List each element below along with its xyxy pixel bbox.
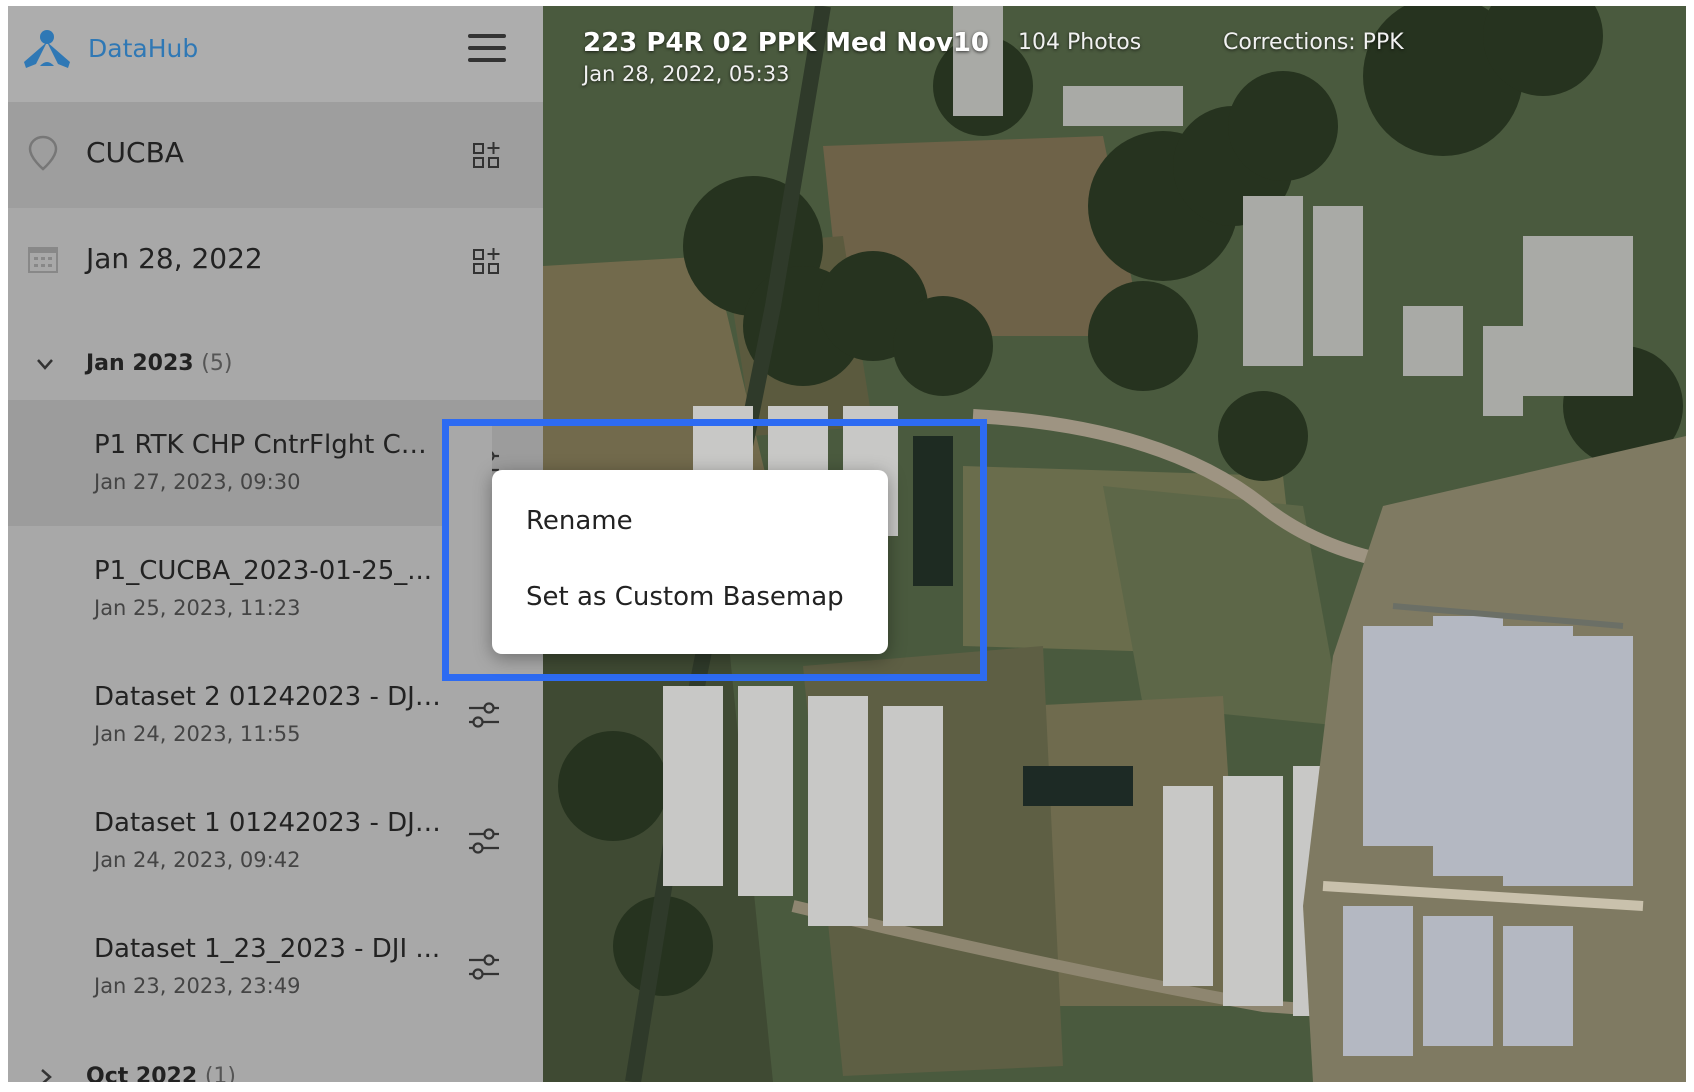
group-oct-2022[interactable]: Oct 2022 (1) bbox=[8, 1046, 543, 1082]
brand-header: DataHub bbox=[8, 6, 543, 102]
sidebar-overflow bbox=[444, 419, 492, 629]
hamburger-menu-icon[interactable] bbox=[468, 32, 508, 66]
dataset-date: Jan 27, 2023, 09:30 bbox=[94, 470, 301, 494]
brand-name: DataHub bbox=[88, 34, 199, 63]
dataset-context-menu: Rename Set as Custom Basemap bbox=[492, 470, 888, 654]
dataset-item[interactable]: Dataset 1 01242023 - DJI ... Jan 24, 202… bbox=[8, 778, 543, 904]
dataset-item[interactable]: Dataset 1_23_2023 - DJI ... Jan 23, 2023… bbox=[8, 904, 543, 1030]
group-jan-2023[interactable]: Jan 2023 (5) bbox=[8, 333, 543, 399]
adjustments-icon[interactable] bbox=[466, 824, 502, 858]
adjustments-icon[interactable] bbox=[466, 950, 502, 984]
chevron-down-icon bbox=[37, 359, 53, 370]
calendar-icon bbox=[28, 247, 58, 273]
dataset-item[interactable]: Dataset 2 01242023 - DJI ... Jan 24, 202… bbox=[8, 652, 543, 778]
set-custom-basemap-menu-item[interactable]: Set as Custom Basemap bbox=[526, 582, 844, 612]
dataset-timestamp: Jan 28, 2022, 05:33 bbox=[583, 62, 790, 86]
adjustments-icon[interactable] bbox=[466, 698, 502, 732]
datahub-logo-icon bbox=[24, 30, 70, 68]
corrections-status: Corrections: PPK bbox=[1223, 30, 1404, 55]
chevron-right-icon bbox=[41, 1069, 52, 1082]
dataset-date: Jan 25, 2023, 11:23 bbox=[94, 596, 301, 620]
dataset-name: Dataset 2 01242023 - DJI ... bbox=[94, 682, 444, 712]
site-filter-label: CUCBA bbox=[86, 136, 184, 169]
add-widget-icon[interactable] bbox=[472, 140, 502, 170]
date-filter-label: Jan 28, 2022 bbox=[86, 242, 263, 275]
dataset-date: Jan 24, 2023, 09:42 bbox=[94, 848, 301, 872]
dataset-date: Jan 24, 2023, 11:55 bbox=[94, 722, 301, 746]
datahub-app: DataHub CUCBA Jan 28, 2022 Jan 2023 (5) … bbox=[8, 6, 1686, 1082]
photo-count: 104 Photos bbox=[1018, 30, 1142, 55]
group-label: Jan 2023 (5) bbox=[86, 351, 233, 376]
dataset-date: Jan 23, 2023, 23:49 bbox=[94, 974, 301, 998]
dataset-name: Dataset 1_23_2023 - DJI ... bbox=[94, 934, 441, 964]
dataset-name: P1 RTK CHP CntrFlght CU... bbox=[94, 430, 444, 460]
location-pin-icon bbox=[28, 135, 58, 171]
dataset-title: 223 P4R 02 PPK Med Nov10 bbox=[583, 28, 990, 58]
site-filter[interactable]: CUCBA bbox=[8, 102, 543, 208]
date-filter[interactable]: Jan 28, 2022 bbox=[8, 208, 543, 314]
rename-menu-item[interactable]: Rename bbox=[526, 506, 633, 536]
add-widget-icon[interactable] bbox=[472, 246, 502, 276]
dataset-name: Dataset 1 01242023 - DJI ... bbox=[94, 808, 444, 838]
dataset-name: P1_CUCBA_2023-01-25_... bbox=[94, 556, 433, 586]
group-label: Oct 2022 (1) bbox=[86, 1064, 236, 1082]
